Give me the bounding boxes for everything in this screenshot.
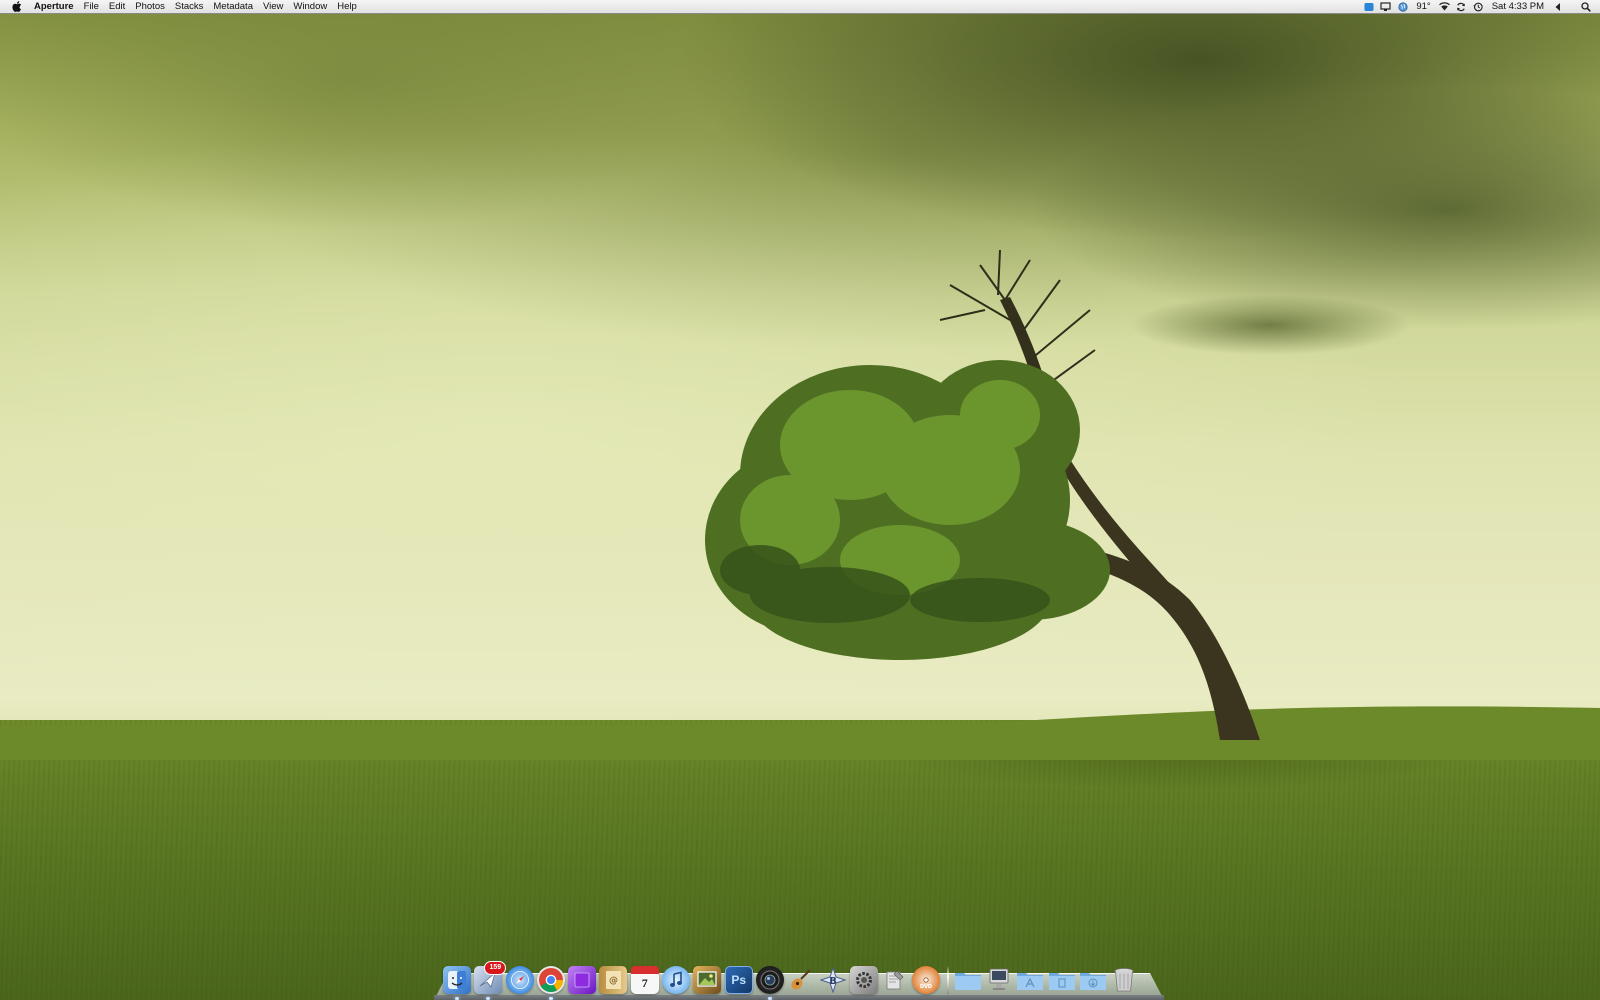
folder-icon [954, 973, 981, 990]
dropbox-icon[interactable] [1363, 1, 1374, 12]
svg-text:B: B [829, 976, 837, 987]
safari-icon [510, 971, 529, 989]
dock-app-garageband[interactable] [787, 966, 815, 994]
downloads-folder-icon [1079, 973, 1106, 990]
globe-icon[interactable] [1397, 1, 1408, 12]
computer-icon [989, 968, 1009, 990]
menu-help[interactable]: Help [332, 0, 362, 14]
dock-app-safari[interactable] [505, 966, 534, 994]
desktop: Aperture File Edit Photos Stacks Metadat… [0, 0, 1600, 1000]
guitar-icon [791, 969, 811, 990]
time-machine-icon[interactable] [1473, 1, 1484, 12]
dock-app-iphoto[interactable] [693, 966, 722, 994]
menu-view[interactable]: View [258, 0, 288, 14]
dock-shelf-edge [434, 995, 1164, 1000]
apple-logo-icon[interactable] [0, 0, 34, 14]
dock-icons: 159 @ 7 Ps B DVD [443, 958, 1142, 1000]
menu-bar-status: 91° Sat 4:33 PM [1360, 0, 1600, 14]
applications-folder-icon [1017, 973, 1044, 990]
calendar-icon: 7 [641, 975, 648, 990]
purple-app-icon [574, 972, 590, 988]
dock-stack-documents[interactable] [1048, 966, 1076, 994]
menu-clock[interactable]: Sat 4:33 PM [1492, 0, 1544, 14]
dock-app-chrome[interactable] [536, 966, 565, 1000]
display-icon[interactable] [1380, 1, 1391, 12]
menu-metadata[interactable]: Metadata [208, 0, 258, 14]
gear-icon [855, 972, 872, 988]
address-book-icon: @ [606, 971, 622, 989]
trash-icon [1114, 968, 1134, 992]
dvd-icon: DVD [920, 977, 933, 990]
sync-icon[interactable] [1456, 1, 1467, 12]
dock-app-photoshop[interactable]: Ps [724, 966, 753, 994]
finder-icon [448, 971, 466, 989]
dock-separator [946, 966, 949, 994]
dock-app-itunes[interactable] [662, 966, 691, 994]
menu-window[interactable]: Window [288, 0, 332, 14]
photoshop-icon: Ps [731, 973, 747, 987]
dock-app-script-editor[interactable] [881, 966, 909, 994]
menu-stacks[interactable]: Stacks [170, 0, 209, 14]
mail-unread-badge: 159 [484, 961, 507, 975]
dock-stack-computer[interactable] [985, 966, 1013, 994]
bbedit-icon: B [819, 967, 846, 993]
script-icon [886, 970, 904, 990]
iphoto-icon [697, 971, 717, 987]
dock-app-aperture[interactable] [755, 966, 784, 1000]
wifi-icon[interactable] [1438, 1, 1450, 12]
aperture-icon [760, 970, 780, 990]
dock-app-system-preferences[interactable] [849, 966, 878, 994]
dock-app-address-book[interactable]: @ [599, 966, 628, 994]
dock-stack-folder[interactable] [954, 966, 982, 994]
chrome-icon [538, 968, 563, 993]
menu-photos[interactable]: Photos [130, 0, 170, 14]
wallpaper-tree [705, 249, 1260, 740]
menu-bar: Aperture File Edit Photos Stacks Metadat… [0, 0, 1600, 14]
calendar-header [630, 966, 659, 974]
menu-app-name[interactable]: Aperture [34, 0, 79, 14]
dock-app-mail[interactable]: 159 [474, 961, 507, 1000]
dock: 159 @ 7 Ps B DVD [434, 958, 1164, 1000]
dock-app-purple[interactable] [568, 966, 597, 994]
menu-edit[interactable]: Edit [104, 0, 130, 14]
dock-app-finder[interactable] [443, 966, 471, 1000]
dock-app-bbedit[interactable]: B [819, 966, 847, 994]
spotlight-icon[interactable] [1580, 1, 1591, 12]
menu-file[interactable]: File [79, 0, 104, 14]
temperature-readout[interactable]: 91° [1416, 0, 1430, 14]
itunes-icon [670, 971, 683, 987]
svg-text:DVD: DVD [920, 984, 932, 990]
dock-app-ical[interactable]: 7 [630, 966, 659, 994]
svg-text:@: @ [609, 976, 618, 986]
dock-app-dvd-player[interactable]: DVD [912, 966, 941, 994]
volume-icon[interactable] [1552, 1, 1563, 12]
dock-stack-downloads[interactable] [1079, 966, 1107, 994]
dock-trash[interactable] [1110, 966, 1138, 994]
menu-bar-left: Aperture File Edit Photos Stacks Metadat… [0, 0, 362, 14]
documents-folder-icon [1048, 973, 1075, 990]
dock-stack-applications[interactable] [1016, 966, 1044, 994]
